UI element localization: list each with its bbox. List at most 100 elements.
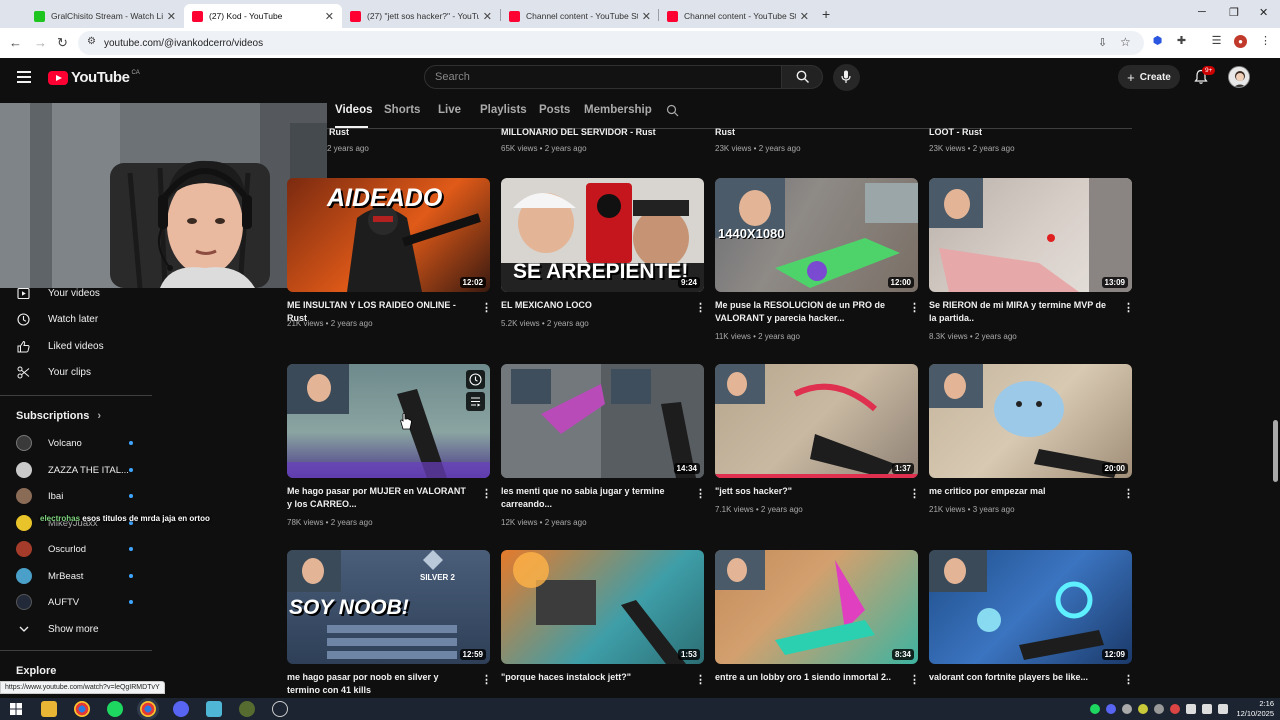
video-thumbnail[interactable] bbox=[287, 364, 490, 478]
tab-membership[interactable]: Membership bbox=[584, 104, 652, 116]
tray-volume-icon[interactable] bbox=[1202, 704, 1212, 714]
more-actions-icon[interactable]: ⋮ bbox=[909, 673, 920, 686]
system-clock[interactable]: 2:16 12/10/2025 bbox=[1232, 699, 1274, 719]
tray-app-icon[interactable] bbox=[1170, 704, 1180, 714]
back-icon[interactable]: ← bbox=[9, 35, 22, 50]
tray-app-icon[interactable] bbox=[1138, 704, 1148, 714]
video-thumbnail[interactable]: 1440X1080 12:00 bbox=[715, 178, 918, 292]
more-actions-icon[interactable]: ⋮ bbox=[481, 673, 492, 686]
video-title[interactable]: "jett sos hacker?" bbox=[715, 485, 900, 498]
more-actions-icon[interactable]: ⋮ bbox=[1123, 301, 1134, 314]
chrome-active-icon[interactable] bbox=[140, 701, 156, 717]
video-thumbnail[interactable]: 8:34 bbox=[715, 550, 918, 664]
obs-icon[interactable] bbox=[272, 701, 288, 717]
video-thumbnail[interactable]: SILVER 2 SOY NOOB! 12:59 bbox=[287, 550, 490, 664]
address-bar[interactable]: ⚙ youtube.com/@ivankodcerro/videos ⇩ ☆ bbox=[78, 31, 1144, 55]
tab-videos[interactable]: Videos bbox=[335, 104, 373, 116]
chrome-icon[interactable] bbox=[74, 701, 90, 717]
reading-list-icon[interactable]: ☰ bbox=[1210, 35, 1223, 48]
subscription-item[interactable]: MrBeast bbox=[16, 565, 140, 587]
search-button[interactable] bbox=[781, 65, 823, 89]
video-title[interactable]: MILLONARIO DEL SERVIDOR - Rust bbox=[501, 126, 686, 139]
tray-app-icon[interactable] bbox=[1154, 704, 1164, 714]
video-thumbnail[interactable]: 20:00 bbox=[929, 364, 1132, 478]
channel-search-icon[interactable] bbox=[666, 104, 679, 117]
app-icon[interactable] bbox=[206, 701, 222, 717]
subscription-item[interactable]: ZAZZA THE ITAL... bbox=[16, 459, 140, 481]
sidebar-item-watch-later[interactable]: Watch later bbox=[16, 308, 98, 330]
extension-shield-icon[interactable]: ⬢ bbox=[1151, 35, 1164, 48]
video-title[interactable]: "porque haces instalock jett?" bbox=[501, 671, 686, 684]
subscription-item[interactable]: Ibai bbox=[16, 485, 140, 507]
forward-icon[interactable]: → bbox=[34, 35, 47, 50]
bookmark-star-icon[interactable]: ☆ bbox=[1120, 35, 1131, 49]
subscriptions-heading[interactable]: Subscriptions › bbox=[16, 410, 101, 422]
subscription-item[interactable]: Volcano bbox=[16, 432, 140, 454]
spotify-icon[interactable] bbox=[107, 701, 123, 717]
more-actions-icon[interactable]: ⋮ bbox=[481, 487, 492, 500]
video-thumbnail[interactable]: AIDEADO 12:02 bbox=[287, 178, 490, 292]
subscription-item[interactable]: Oscurlod bbox=[16, 538, 140, 560]
install-app-icon[interactable]: ⇩ bbox=[1098, 36, 1107, 49]
youtube-logo[interactable]: YouTube CA bbox=[48, 69, 140, 86]
discord-icon[interactable] bbox=[173, 701, 189, 717]
scrollbar-thumb[interactable] bbox=[1273, 420, 1278, 482]
tray-network-icon[interactable] bbox=[1186, 704, 1196, 714]
close-tab-icon[interactable]: ✕ bbox=[642, 10, 651, 23]
subscription-item[interactable]: AUFTV bbox=[16, 591, 140, 613]
hamburger-menu-icon[interactable] bbox=[17, 71, 31, 83]
video-title[interactable]: entre a un lobby oro 1 siendo inmortal 2… bbox=[715, 671, 900, 684]
more-actions-icon[interactable]: ⋮ bbox=[1123, 487, 1134, 500]
video-title[interactable]: me critico por empezar mal bbox=[929, 485, 1114, 498]
close-tab-icon[interactable]: ✕ bbox=[800, 10, 809, 23]
page-scrollbar[interactable] bbox=[1270, 58, 1280, 698]
browser-tab[interactable]: GralChisito Stream - Watch Live... ✕ bbox=[26, 4, 184, 28]
sidebar-item-liked-videos[interactable]: Liked videos bbox=[16, 335, 104, 357]
close-tab-icon[interactable]: ✕ bbox=[483, 10, 492, 23]
video-title[interactable]: Se RIERON de mi MIRA y termine MVP de la… bbox=[929, 299, 1114, 325]
voice-search-button[interactable] bbox=[833, 64, 860, 91]
close-tab-icon[interactable]: ✕ bbox=[325, 10, 334, 23]
video-thumbnail[interactable]: 1:37 bbox=[715, 364, 918, 478]
account-avatar[interactable] bbox=[1228, 66, 1250, 88]
app-icon[interactable] bbox=[239, 701, 255, 717]
close-window-icon[interactable]: ✕ bbox=[1259, 6, 1268, 19]
watch-later-button[interactable] bbox=[466, 370, 485, 389]
more-actions-icon[interactable]: ⋮ bbox=[481, 301, 492, 314]
profile-avatar-icon[interactable]: ● bbox=[1234, 35, 1247, 48]
extensions-puzzle-icon[interactable]: ✚ bbox=[1175, 35, 1188, 48]
tray-spotify-icon[interactable] bbox=[1090, 704, 1100, 714]
video-title[interactable]: LOOT - Rust bbox=[929, 126, 1114, 139]
more-actions-icon[interactable]: ⋮ bbox=[1123, 673, 1134, 686]
tab-posts[interactable]: Posts bbox=[539, 104, 570, 116]
show-more-button[interactable]: Show more bbox=[16, 618, 99, 640]
tray-battery-icon[interactable] bbox=[1218, 704, 1228, 714]
video-title[interactable]: Rust bbox=[329, 126, 514, 139]
more-actions-icon[interactable]: ⋮ bbox=[909, 301, 920, 314]
more-actions-icon[interactable]: ⋮ bbox=[909, 487, 920, 500]
search-input[interactable]: Search bbox=[424, 65, 782, 89]
video-thumbnail[interactable]: 14:34 bbox=[501, 364, 704, 478]
more-actions-icon[interactable]: ⋮ bbox=[695, 301, 706, 314]
tab-live[interactable]: Live bbox=[438, 104, 461, 116]
create-button[interactable]: + Create bbox=[1118, 65, 1180, 89]
tray-discord-icon[interactable] bbox=[1106, 704, 1116, 714]
browser-tab[interactable]: Channel content - YouTube Studio ✕ bbox=[659, 4, 817, 28]
minimize-icon[interactable]: ─ bbox=[1198, 6, 1206, 18]
tab-playlists[interactable]: Playlists bbox=[480, 104, 527, 116]
file-explorer-icon[interactable] bbox=[41, 701, 57, 717]
video-thumbnail[interactable]: 1:53 bbox=[501, 550, 704, 664]
browser-tab-active[interactable]: (27) Kod - YouTube ✕ bbox=[184, 4, 342, 28]
tab-shorts[interactable]: Shorts bbox=[384, 104, 420, 116]
browser-menu-icon[interactable]: ⋮ bbox=[1259, 35, 1272, 48]
windows-start-icon[interactable] bbox=[8, 701, 24, 717]
reload-icon[interactable]: ↻ bbox=[57, 35, 68, 51]
close-tab-icon[interactable]: ✕ bbox=[167, 10, 176, 23]
sidebar-item-your-clips[interactable]: Your clips bbox=[16, 361, 91, 383]
video-title[interactable]: Me puse la RESOLUCION de un PRO de VALOR… bbox=[715, 299, 900, 325]
more-actions-icon[interactable]: ⋮ bbox=[695, 673, 706, 686]
restore-icon[interactable]: ❐ bbox=[1229, 6, 1239, 19]
video-thumbnail[interactable]: SE ARREPIENTE! 9:24 bbox=[501, 178, 704, 292]
video-title[interactable]: me hago pasar por noob en silver y termi… bbox=[287, 671, 472, 697]
video-thumbnail[interactable]: 13:09 bbox=[929, 178, 1132, 292]
